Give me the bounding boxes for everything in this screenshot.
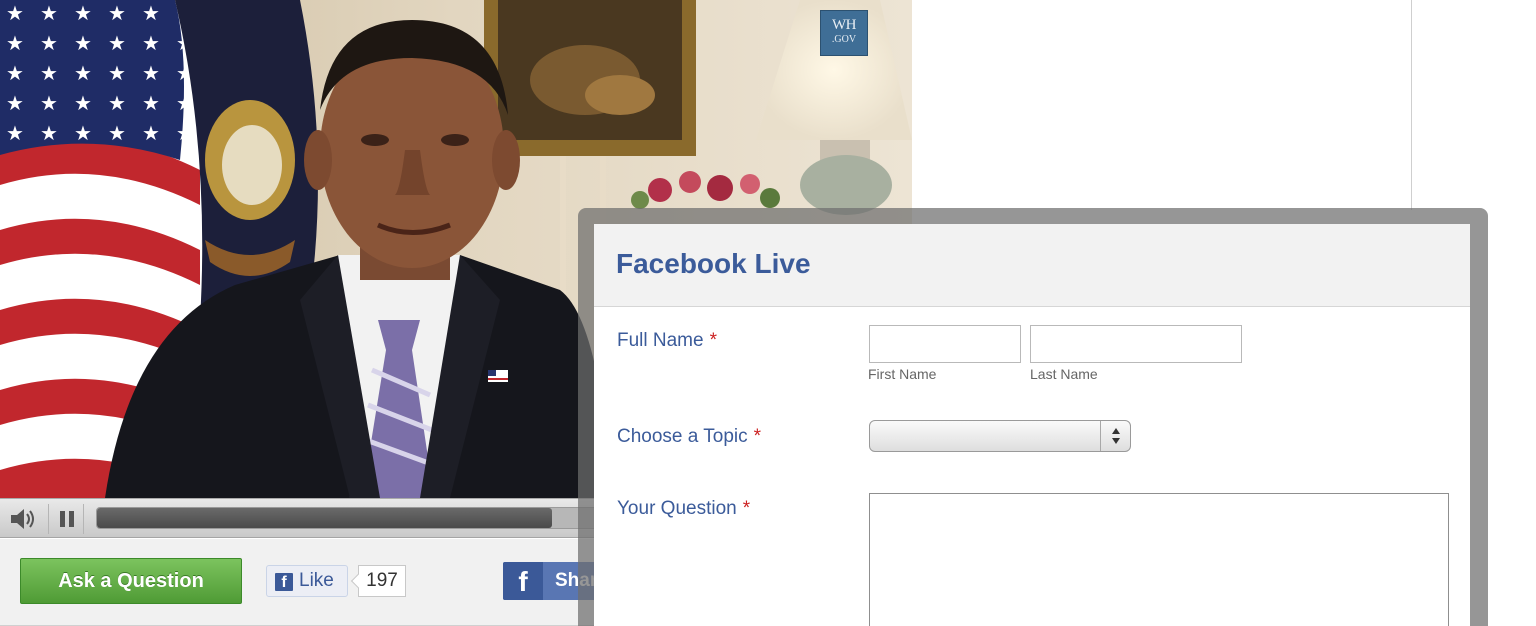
pause-button[interactable] <box>48 504 84 534</box>
progress-fill <box>97 508 552 528</box>
question-label: Your Question * <box>617 498 750 520</box>
facebook-f-icon: f <box>503 562 543 600</box>
required-marker: * <box>709 330 717 351</box>
logo-line2: .GOV <box>831 34 857 45</box>
topic-label-text: Choose a Topic <box>617 426 748 447</box>
whitehouse-logo: WH .GOV <box>820 10 868 56</box>
first-name-sublabel: First Name <box>868 366 937 382</box>
question-textarea[interactable] <box>869 493 1449 626</box>
full-name-label: Full Name * <box>617 330 717 352</box>
form-header: Facebook Live <box>594 224 1470 307</box>
facebook-live-form: Facebook Live Full Name * First Name Last… <box>594 224 1470 626</box>
like-count: 197 <box>358 565 406 597</box>
page-divider <box>1411 0 1412 210</box>
required-marker: * <box>753 426 762 447</box>
required-marker: * <box>742 498 751 519</box>
last-name-sublabel: Last Name <box>1030 366 1098 382</box>
question-label-text: Your Question <box>617 498 737 519</box>
volume-button[interactable] <box>6 504 40 534</box>
topic-label: Choose a Topic * <box>617 426 761 448</box>
screen: ★ <box>0 0 1536 626</box>
facebook-like-button[interactable]: f Like <box>266 565 348 597</box>
first-name-input[interactable] <box>869 325 1021 363</box>
facebook-f-icon: f <box>275 573 293 591</box>
last-name-input[interactable] <box>1030 325 1242 363</box>
form-title: Facebook Live <box>616 248 811 279</box>
full-name-label-text: Full Name <box>617 330 704 351</box>
speaker-icon <box>11 509 34 529</box>
ask-question-button[interactable]: Ask a Question <box>20 558 242 604</box>
logo-line1: WH <box>832 17 857 33</box>
select-arrows-icon <box>1100 421 1130 451</box>
like-label: Like <box>299 570 334 591</box>
topic-select[interactable] <box>869 420 1131 452</box>
